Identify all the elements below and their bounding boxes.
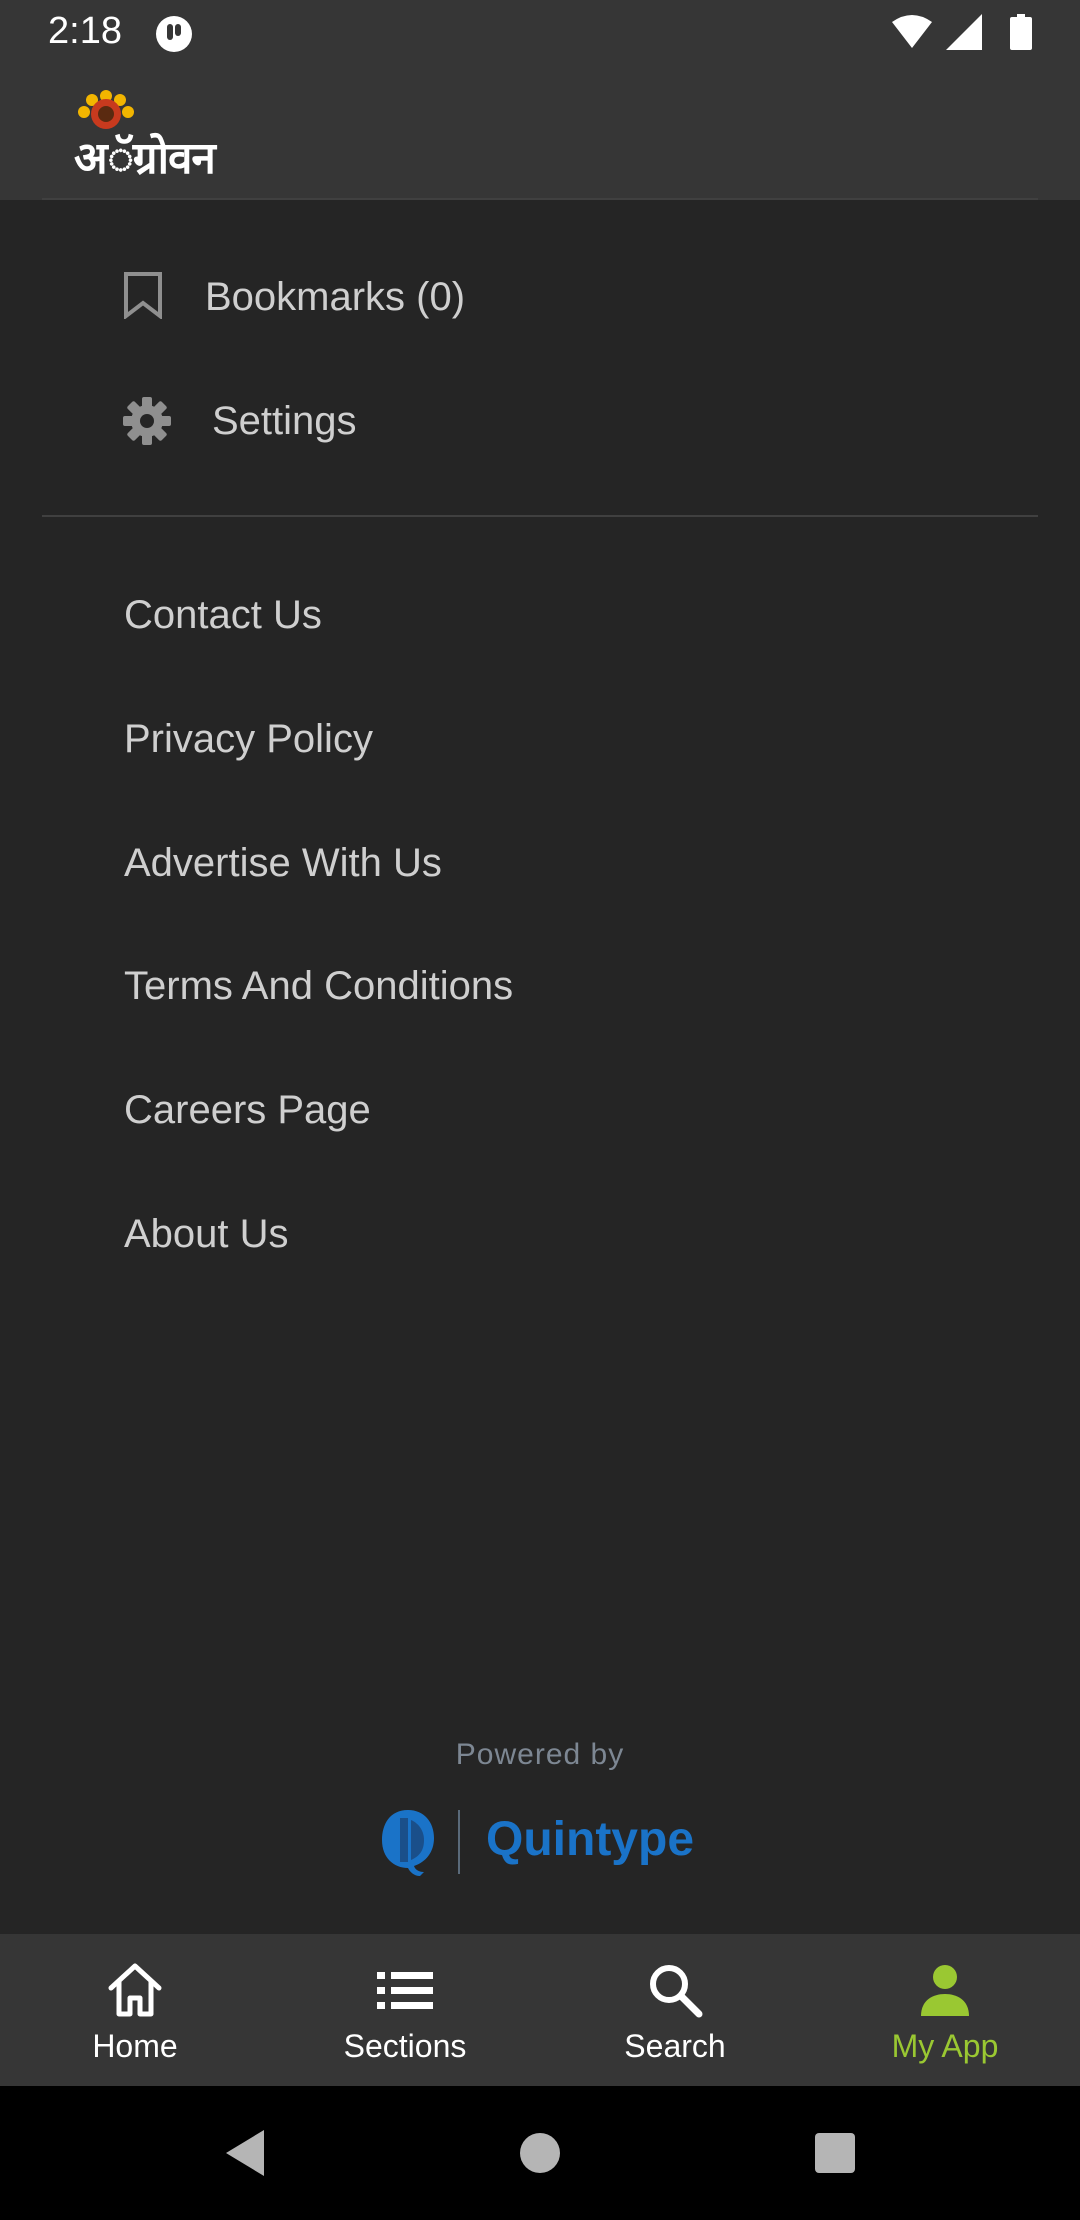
notification-app-icon [156,16,192,52]
person-icon [921,1965,969,2016]
link-label: About Us [124,1211,289,1256]
back-icon[interactable] [222,2128,268,2178]
nav-label: Home [92,2028,178,2064]
nav-my-app[interactable]: My App [810,1934,1080,2086]
menu-divider [42,515,1038,517]
nav-sections[interactable]: Sections [270,1934,540,2086]
link-label: Terms And Conditions [124,963,514,1008]
header-divider [42,198,1038,200]
quintype-divider [458,1810,460,1874]
home-icon [108,1963,162,2017]
quintype-q-icon [382,1810,434,1876]
terms-and-conditions-link[interactable]: Terms And Conditions [0,931,1080,1041]
status-bar: 2:18 [0,0,1080,66]
search-icon [650,1965,703,2018]
bookmark-icon [124,272,162,319]
app-bar: अॅग्रोवन [0,66,1080,200]
logo-text: अॅग्रोवन [74,133,216,184]
powered-by-label: Powered by [455,1738,625,1771]
gear-icon [123,397,171,445]
home-circle-icon[interactable] [519,2132,561,2174]
link-label: Privacy Policy [124,716,373,761]
about-us-link[interactable]: About Us [0,1179,1080,1289]
bookmarks-menu-item[interactable]: Bookmarks (0) [0,242,1080,352]
nav-search[interactable]: Search [540,1934,810,2086]
nav-home[interactable]: Home [0,1934,270,2086]
quintype-name: Quintype [486,1813,695,1866]
privacy-policy-link[interactable]: Privacy Policy [0,684,1080,794]
system-nav-bar [0,2086,1080,2220]
status-time: 2:18 [48,10,122,52]
recents-icon[interactable] [814,2132,856,2174]
link-label: Advertise With Us [124,840,442,885]
bookmarks-label: Bookmarks (0) [205,274,466,319]
list-icon [377,1972,433,2009]
advertise-with-us-link[interactable]: Advertise With Us [0,808,1080,918]
wifi-icon [892,15,932,48]
battery-icon [1010,14,1032,50]
quintype-logo: Quintype [378,1806,708,1878]
settings-label: Settings [212,398,357,443]
signal-icon [946,14,982,50]
nav-label: My App [891,2028,999,2064]
nav-label: Search [624,2028,726,2064]
link-label: Contact Us [124,592,322,637]
agrowon-logo[interactable]: अॅग्रोवन [70,90,220,190]
bottom-nav: Home Sections Search My App [0,1934,1080,2086]
settings-menu-item[interactable]: Settings [0,366,1080,476]
careers-page-link[interactable]: Careers Page [0,1055,1080,1165]
nav-label: Sections [343,2028,467,2064]
link-label: Careers Page [124,1087,371,1132]
contact-us-link[interactable]: Contact Us [0,560,1080,670]
